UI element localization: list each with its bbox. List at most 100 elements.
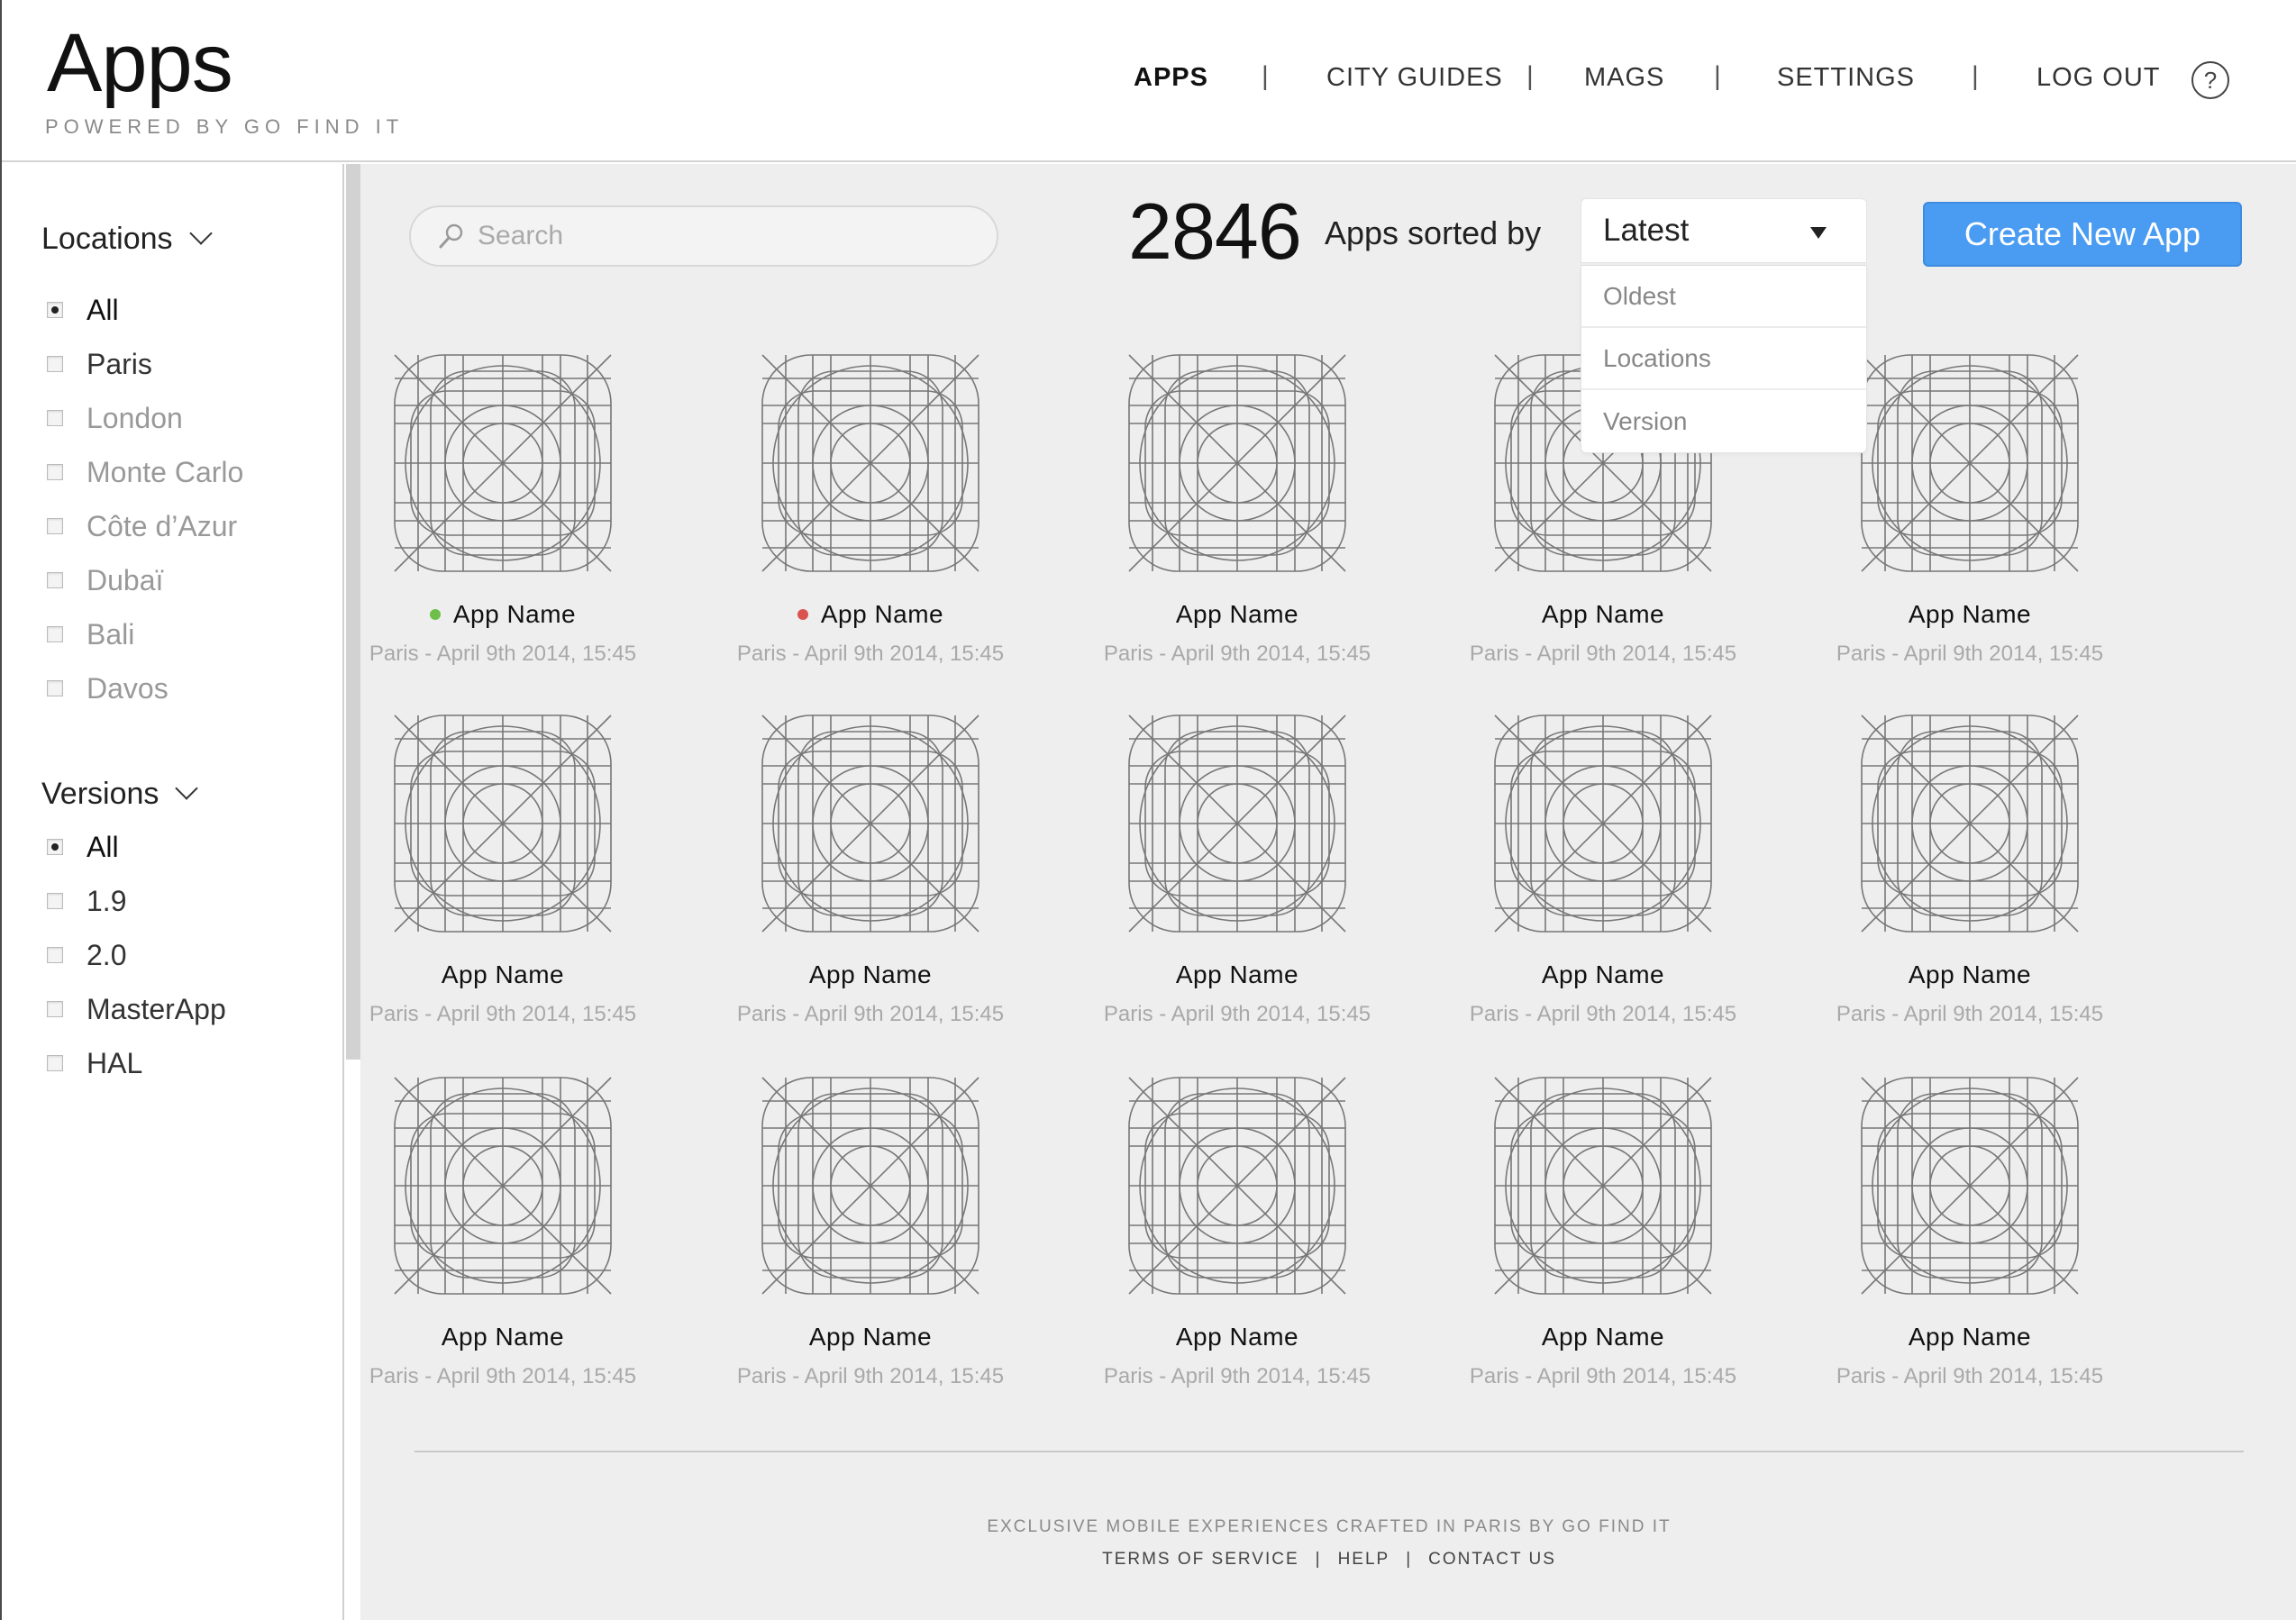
app-icon-placeholder: [394, 714, 612, 933]
app-meta: Paris - April 9th 2014, 15:45: [369, 1364, 637, 1388]
filter-label: 2.0: [87, 938, 127, 971]
filter-label: Davos: [87, 671, 169, 705]
app-meta: Paris - April 9th 2014, 15:45: [369, 642, 637, 666]
contact-us-link[interactable]: CONTACT US: [1428, 1550, 1556, 1569]
filter-radio[interactable]: [47, 572, 63, 588]
location-filter-option[interactable]: Bali: [47, 614, 134, 654]
app-card[interactable]: App Name Paris - April 9th 2014, 15:45: [1468, 1076, 1738, 1389]
sort-option[interactable]: Oldest: [1581, 266, 1866, 328]
sorted-by-label: Apps sorted by: [1325, 214, 1542, 251]
help-link[interactable]: HELP: [1338, 1550, 1390, 1569]
app-icon-placeholder: [1494, 714, 1712, 933]
terms-of-service-link[interactable]: TERMS OF SERVICE: [1102, 1550, 1299, 1569]
sort-option[interactable]: Locations: [1581, 328, 1866, 390]
locations-title: Locations: [41, 222, 173, 256]
help-icon[interactable]: ?: [2191, 61, 2229, 99]
filter-radio[interactable]: [47, 839, 63, 855]
filter-sidebar: Locations All Paris London Monte Carlo Côte …: [2, 164, 344, 1620]
app-meta: Paris - April 9th 2014, 15:45: [736, 1002, 1005, 1026]
search-icon: [438, 223, 465, 250]
app-card[interactable]: App Name Paris - April 9th 2014, 15:45: [1468, 714, 1738, 1027]
create-new-app-button[interactable]: Create New App: [1923, 202, 2242, 267]
app-name: App Name: [1908, 1323, 2032, 1351]
app-name-row: App Name: [735, 960, 1006, 989]
app-icon-placeholder: [1861, 1077, 2079, 1295]
version-filter-option[interactable]: All: [47, 827, 119, 867]
search-input[interactable]: [478, 221, 982, 251]
app-name-row: App Name: [1468, 600, 1738, 629]
app-meta: Paris - April 9th 2014, 15:45: [1836, 642, 2104, 666]
filter-radio[interactable]: [47, 410, 63, 426]
app-meta: Paris - April 9th 2014, 15:45: [1836, 1002, 2104, 1026]
location-filter-option[interactable]: Monte Carlo: [47, 452, 243, 492]
app-meta: Paris - April 9th 2014, 15:45: [1836, 1364, 2104, 1388]
filter-radio[interactable]: [47, 302, 63, 318]
filter-radio[interactable]: [47, 626, 63, 642]
location-filter-option[interactable]: All: [47, 290, 119, 330]
search-box[interactable]: [409, 205, 998, 267]
filter-radio[interactable]: [47, 680, 63, 696]
sort-selected-value: Latest: [1603, 213, 1690, 248]
app-name: App Name: [808, 1323, 933, 1351]
app-meta: Paris - April 9th 2014, 15:45: [1103, 642, 1371, 666]
app-card[interactable]: App Name Paris - April 9th 2014, 15:45: [735, 1076, 1006, 1389]
app-name-row: App Name: [1468, 1323, 1738, 1352]
app-card[interactable]: App Name Paris - April 9th 2014, 15:45: [1102, 1076, 1372, 1389]
app-name: App Name: [441, 960, 565, 988]
app-icon-placeholder: [761, 1077, 979, 1295]
app-icon-placeholder: [1128, 1077, 1346, 1295]
nav-apps[interactable]: APPS: [1134, 63, 1208, 93]
app-card[interactable]: App Name Paris - April 9th 2014, 15:45: [1102, 714, 1372, 1027]
app-card[interactable]: App Name Paris - April 9th 2014, 15:45: [368, 353, 638, 667]
version-filter-option[interactable]: HAL: [47, 1043, 142, 1083]
nav-city-guides[interactable]: CITY GUIDES: [1326, 63, 1503, 93]
filter-radio[interactable]: [47, 356, 63, 372]
versions-section-toggle[interactable]: Versions: [41, 777, 199, 812]
sidebar-scrollbar[interactable]: [346, 164, 360, 1060]
app-name-row: App Name: [1835, 600, 2105, 629]
filter-radio[interactable]: [47, 947, 63, 963]
filter-radio[interactable]: [47, 518, 63, 534]
sort-option[interactable]: Version: [1581, 390, 1866, 452]
app-card[interactable]: App Name Paris - April 9th 2014, 15:45: [735, 353, 1006, 667]
app-count: 2846: [1128, 187, 1302, 276]
location-filter-option[interactable]: London: [47, 398, 183, 438]
app-header: Apps POWERED BY GO FIND IT APPS | CITY G…: [2, 0, 2296, 162]
app-name: App Name: [808, 960, 933, 988]
app-name-row: App Name: [1102, 600, 1372, 629]
app-icon-placeholder: [394, 354, 612, 572]
location-filter-option[interactable]: Davos: [47, 669, 169, 708]
filter-radio[interactable]: [47, 1001, 63, 1017]
version-filter-option[interactable]: MasterApp: [47, 989, 226, 1029]
app-card[interactable]: App Name Paris - April 9th 2014, 15:45: [1102, 353, 1372, 667]
app-card[interactable]: App Name Paris - April 9th 2014, 15:45: [1835, 353, 2105, 667]
version-filter-option[interactable]: 2.0: [47, 935, 126, 975]
locations-section-toggle[interactable]: Locations: [41, 222, 213, 257]
app-card[interactable]: App Name Paris - April 9th 2014, 15:45: [735, 714, 1006, 1027]
app-name-row: App Name: [735, 600, 1006, 629]
app-card[interactable]: App Name Paris - April 9th 2014, 15:45: [1835, 1076, 2105, 1389]
page-title: Apps: [47, 17, 233, 109]
location-filter-option[interactable]: Dubaï: [47, 560, 163, 600]
app-card[interactable]: App Name Paris - April 9th 2014, 15:45: [368, 714, 638, 1027]
nav-settings[interactable]: SETTINGS: [1777, 63, 1915, 93]
app-name: App Name: [1541, 600, 1665, 628]
version-filter-option[interactable]: 1.9: [47, 881, 126, 921]
app-icon-placeholder: [761, 714, 979, 933]
app-name: App Name: [1175, 960, 1299, 988]
app-name-row: App Name: [1835, 1323, 2105, 1352]
location-filter-option[interactable]: Paris: [47, 344, 152, 384]
app-name-row: App Name: [368, 600, 638, 629]
app-card[interactable]: App Name Paris - April 9th 2014, 15:45: [1835, 714, 2105, 1027]
nav-log-out[interactable]: LOG OUT: [2036, 63, 2161, 93]
filter-label: Bali: [87, 617, 135, 651]
app-meta: Paris - April 9th 2014, 15:45: [1103, 1002, 1371, 1026]
filter-radio[interactable]: [47, 893, 63, 909]
sort-dropdown[interactable]: Latest: [1581, 198, 1867, 263]
nav-mags[interactable]: MAGS: [1584, 63, 1664, 93]
filter-radio[interactable]: [47, 1055, 63, 1071]
location-filter-option[interactable]: Côte d’Azur: [47, 506, 237, 546]
filter-radio[interactable]: [47, 464, 63, 480]
app-meta: Paris - April 9th 2014, 15:45: [736, 642, 1005, 666]
app-card[interactable]: App Name Paris - April 9th 2014, 15:45: [368, 1076, 638, 1389]
